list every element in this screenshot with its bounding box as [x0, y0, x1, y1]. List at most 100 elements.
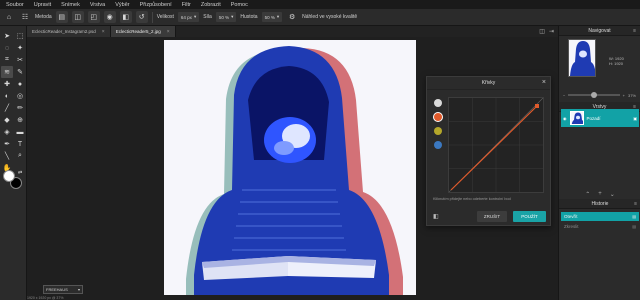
zoom-slider[interactable] — [568, 92, 620, 98]
apply-button[interactable]: POUŽÍT — [513, 211, 546, 222]
mode-icon-2[interactable]: ◫ — [71, 11, 84, 23]
compare-icon[interactable]: ◧ — [433, 213, 439, 220]
drop-tool-icon[interactable]: ● — [14, 78, 26, 90]
close-icon[interactable]: × — [542, 79, 546, 86]
density-value: 50 % — [264, 14, 275, 20]
swap-colors-icon[interactable]: ⇄ — [18, 170, 22, 176]
chevron-down-icon: ▾ — [231, 14, 234, 19]
zoom-select[interactable]: FREEHAUS ▾ — [43, 285, 83, 294]
healing-tool-icon[interactable]: ✚ — [1, 78, 13, 90]
liquify-tool-icon[interactable]: ≋ — [1, 66, 13, 78]
marquee-tool-icon[interactable]: ⬚ — [14, 30, 26, 42]
layer-row[interactable]: ◉ Pozadí ▣ — [561, 109, 639, 127]
history-item-distort[interactable]: Zkreslit ▤ — [561, 222, 639, 231]
magic-wand-icon[interactable]: ✦ — [14, 42, 26, 54]
picker-tool-icon[interactable]: ╲ — [1, 150, 13, 162]
hq-preview-label[interactable]: Náhled ve vysoké kvalitě — [302, 14, 357, 20]
history-item-label: Otevřít — [564, 214, 578, 219]
add-layer-icon[interactable]: + — [598, 191, 602, 198]
strength-select[interactable]: 50 % ▾ — [215, 12, 237, 22]
image-height: H: 1920 — [609, 61, 624, 66]
size-select[interactable]: 64 px ▾ — [177, 12, 200, 22]
menu-filter[interactable]: Filtr — [182, 2, 191, 8]
eyedropper-icon[interactable]: ✎ — [14, 66, 26, 78]
eraser-tool-icon[interactable]: ◆ — [1, 114, 13, 126]
lasso-tool-icon[interactable]: ◌ — [1, 42, 13, 54]
close-icon[interactable]: × — [167, 29, 170, 35]
zoom-slider-knob[interactable] — [591, 92, 598, 98]
foreground-color-swatch[interactable] — [3, 170, 15, 182]
curve-plot — [448, 97, 544, 193]
curve-graph[interactable] — [448, 97, 544, 193]
mode-icon-1[interactable]: ▤ — [55, 11, 68, 23]
menu-help[interactable]: Pomoc — [231, 2, 248, 8]
document-tabs: EclecticReader_Instagram2.psd × Eclectic… — [27, 26, 558, 37]
navigator-zoom-row: − + 37% — [559, 90, 640, 100]
menu-file[interactable]: Soubor — [6, 2, 24, 8]
tools-panel: ➤ ⬚ ◌ ✦ ⌗ ✂ ≋ ✎ ✚ ● ◐ ◎ ╱ ✏ ◆ ⊕ ◈ ▬ ✒ T … — [0, 26, 27, 300]
strength-value: 50 % — [218, 14, 230, 20]
arrange-icon[interactable]: ◫ — [539, 28, 545, 35]
move-tool-icon[interactable]: ➤ — [1, 30, 13, 42]
home-icon[interactable]: ⌂ — [3, 11, 15, 23]
close-icon[interactable]: × — [102, 29, 105, 35]
zoom-out-icon[interactable]: − — [563, 93, 565, 98]
history-header[interactable]: Historie ≡ — [559, 199, 640, 209]
menu-view[interactable]: Zobrazit — [201, 2, 221, 8]
channel-red-swatch[interactable] — [434, 113, 442, 121]
reset-button[interactable]: ZRUŠIT — [477, 211, 507, 222]
visibility-icon[interactable]: ◉ — [563, 116, 567, 121]
tab-eclectic-reader[interactable]: EclecticReader5_2.jpg × — [110, 26, 176, 37]
mode-icon-3[interactable]: ◰ — [87, 11, 100, 23]
settings-icon[interactable]: ⚙ — [286, 11, 298, 23]
scissors-icon[interactable]: ✂ — [14, 54, 26, 66]
collapse-icon[interactable]: ⇥ — [549, 28, 554, 35]
history-step-icon: ▤ — [632, 214, 636, 219]
bucket-tool-icon[interactable]: ◈ — [1, 126, 13, 138]
navigator-thumb-image — [569, 40, 595, 76]
crop-tool-icon[interactable]: ⌗ — [1, 54, 13, 66]
zoom-tool-icon[interactable]: ⌕ — [14, 150, 26, 162]
channel-rgb-swatch[interactable] — [434, 99, 442, 107]
panel-menu-icon[interactable]: ≡ — [633, 28, 636, 34]
navigator-header[interactable]: Navigovat ≡ — [559, 26, 640, 36]
size-label: Velikost — [156, 14, 174, 20]
history-item-label: Zkreslit — [564, 224, 579, 229]
panel-menu-icon[interactable]: ≡ — [634, 201, 637, 207]
clone-tool-icon[interactable]: ⊕ — [14, 114, 26, 126]
options-bar: ⌂ ☷ Metoda ▤ ◫ ◰ ◉ ◧ ↺ Velikost 64 px ▾ S… — [0, 9, 640, 26]
mode-icon-6[interactable]: ↺ — [135, 11, 148, 23]
tab-eclectic-instagram[interactable]: EclecticReader_Instagram2.psd × — [27, 26, 111, 37]
menu-adjust[interactable]: Přizpůsobení — [140, 2, 172, 8]
chevron-down-icon: ▾ — [276, 14, 280, 19]
lock-icon[interactable]: ▣ — [633, 116, 637, 121]
grid-menu-icon[interactable]: ☷ — [19, 11, 31, 23]
mode-icon-5[interactable]: ◧ — [119, 11, 132, 23]
dodge-tool-icon[interactable]: ◐ — [1, 90, 13, 102]
menu-layer[interactable]: Vrstva — [90, 2, 105, 8]
pen-tool-icon[interactable]: ✒ — [1, 138, 13, 150]
zoom-value: FREEHAUS — [46, 287, 68, 292]
menu-image[interactable]: Snímek — [61, 2, 80, 8]
density-select[interactable]: 50 % ▾ — [261, 12, 283, 22]
mode-icon-4[interactable]: ◉ — [103, 11, 116, 23]
blur-tool-icon[interactable]: ◎ — [14, 90, 26, 102]
zoom-in-icon[interactable]: + — [623, 93, 625, 98]
chevron-up-icon[interactable]: ⌃ — [585, 191, 590, 198]
navigator-thumbnail[interactable] — [568, 39, 596, 77]
chevron-down-icon[interactable]: ⌄ — [610, 191, 615, 198]
menu-bar: Soubor Upravit Snímek Vrstva Výběr Přizp… — [0, 0, 640, 9]
size-value: 64 px — [180, 14, 192, 20]
brush-tool-icon[interactable]: ╱ — [1, 102, 13, 114]
menu-edit[interactable]: Upravit — [34, 2, 51, 8]
channel-yellow-swatch[interactable] — [434, 127, 442, 135]
channel-blue-swatch[interactable] — [434, 141, 442, 149]
history-item-open[interactable]: Otevřít ▤ — [561, 212, 639, 221]
document-image[interactable] — [164, 40, 416, 295]
pencil-tool-icon[interactable]: ✏ — [14, 102, 26, 114]
menu-select[interactable]: Výběr — [115, 2, 129, 8]
gradient-tool-icon[interactable]: ▬ — [14, 126, 26, 138]
image-size-info: W: 1920 H: 1920 — [609, 56, 624, 66]
layer-name: Pozadí — [586, 115, 601, 121]
text-tool-icon[interactable]: T — [14, 138, 26, 150]
